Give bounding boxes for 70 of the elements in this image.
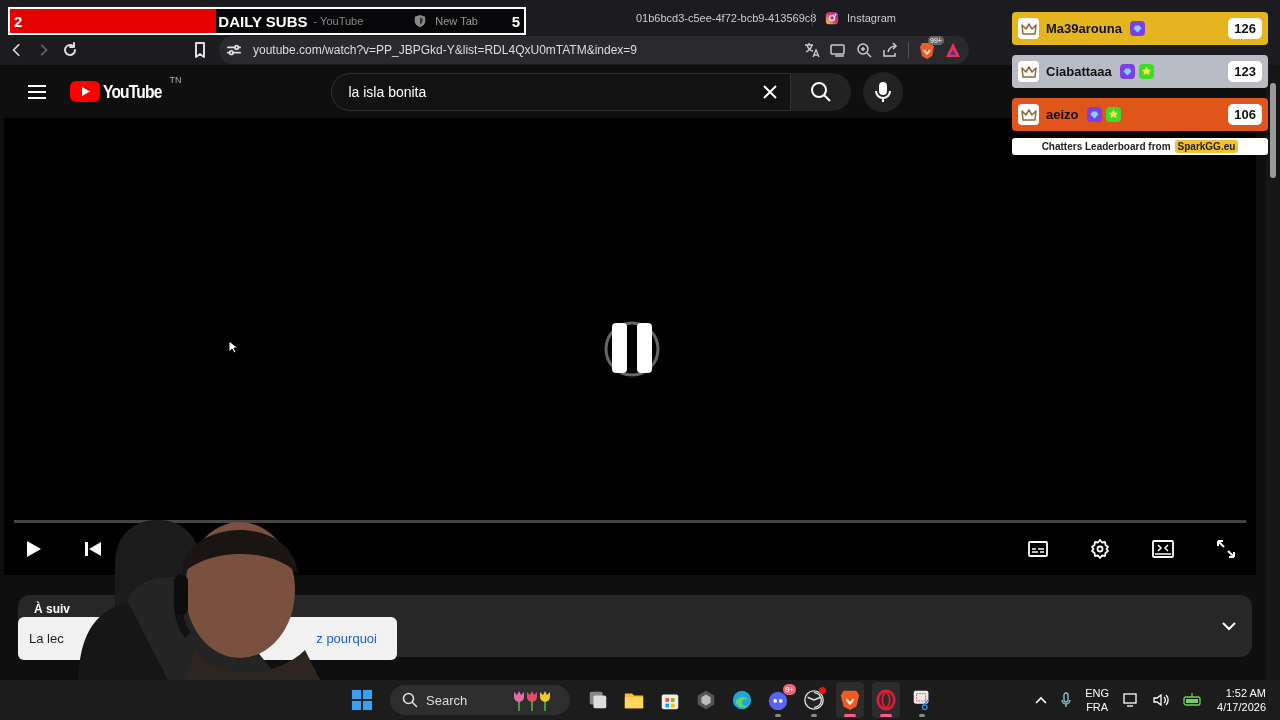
chatter-name: aeizo	[1046, 107, 1079, 122]
subtitles-icon[interactable]	[1028, 541, 1048, 557]
star-badge-icon	[1105, 107, 1121, 122]
gem-badge-icon	[1129, 21, 1145, 36]
windows-icon	[351, 689, 373, 711]
crown-icon	[1018, 61, 1039, 82]
search-icon	[402, 692, 418, 708]
swirl-icon	[731, 689, 753, 711]
crown-icon	[1018, 104, 1039, 125]
play-icon[interactable]	[26, 540, 42, 558]
chatter-name: Ma39arouna	[1046, 21, 1122, 36]
url-text: youtube.com/watch?v=PP_JBPGkd-Y&list=RDL4QxU0mTATM&index=9	[253, 43, 638, 57]
notification-badge: 9+	[782, 684, 796, 695]
site-logo-text[interactable]: YouTube	[103, 80, 162, 103]
bookmark-icon[interactable]	[193, 42, 207, 58]
clock[interactable]: 1:52 AM 4/17/2026	[1217, 686, 1266, 714]
triangle-icon[interactable]	[945, 42, 961, 58]
chatter-score: 123	[1228, 61, 1262, 82]
battery-icon[interactable]	[1183, 693, 1204, 707]
site-settings-icon[interactable]	[227, 43, 241, 57]
translate-icon[interactable]	[804, 42, 820, 58]
cursor-icon	[228, 340, 238, 354]
share-icon[interactable]	[882, 42, 898, 58]
star-badge-icon	[1138, 64, 1154, 79]
chevron-up-icon[interactable]	[1035, 696, 1048, 704]
gem-badge-icon	[1119, 64, 1135, 79]
browser-tab[interactable]: - YouTube	[313, 15, 364, 27]
gem-badge-icon	[1086, 107, 1102, 122]
search-icon	[810, 80, 833, 103]
browser-tab[interactable]: New Tab	[413, 14, 478, 28]
cast-icon[interactable]	[830, 42, 846, 58]
camera-icon	[825, 10, 839, 25]
subs-count: 2	[14, 12, 23, 30]
microphone-icon[interactable]	[1061, 692, 1072, 708]
microphone-icon	[875, 80, 892, 103]
search-query-box[interactable]: la isla bonita	[331, 72, 792, 111]
taskbar-search-field[interactable]: Search	[390, 685, 570, 715]
notice-text: La lec	[29, 631, 64, 646]
previous-icon[interactable]	[84, 541, 102, 557]
chatter-score: 106	[1228, 104, 1262, 125]
scrollbar[interactable]	[1266, 65, 1280, 680]
crown-icon	[1018, 18, 1039, 39]
subs-title: DAILY SUBS	[218, 12, 308, 30]
clear-icon[interactable]	[762, 83, 779, 100]
network-icon[interactable]	[1123, 692, 1140, 708]
volume-icon[interactable]	[1153, 692, 1170, 708]
search-button[interactable]	[791, 72, 852, 111]
up-next-label: À suiv	[34, 602, 70, 616]
zoom-icon[interactable]	[856, 42, 872, 58]
miniplayer-icon[interactable]	[1152, 540, 1174, 558]
brand-label: SparkGG.eu	[1174, 140, 1239, 153]
region-code: TN	[169, 74, 182, 85]
language-indicator[interactable]: ENG FRA	[1085, 686, 1110, 714]
shield-icon	[413, 14, 428, 28]
fullscreen-icon[interactable]	[1216, 539, 1236, 559]
cube-icon	[695, 689, 717, 711]
play-logo-icon[interactable]	[70, 81, 100, 102]
scroll-thumb[interactable]	[1270, 83, 1276, 178]
windows-stack-icon	[587, 689, 609, 711]
learn-more-link[interactable]: z pourquoi	[316, 631, 377, 646]
ring-icon	[875, 689, 897, 711]
taskbar-app[interactable]	[836, 682, 864, 718]
subs-goal: 5	[511, 12, 520, 30]
footer-text: Chatters Leaderboard from	[1041, 141, 1171, 152]
chatter-name: Ciabattaaa	[1046, 64, 1112, 79]
reload-icon[interactable]	[62, 42, 78, 58]
menu-icon[interactable]	[28, 84, 46, 99]
settings-icon[interactable]	[1090, 539, 1110, 559]
chevron-down-icon[interactable]	[1222, 621, 1236, 631]
chatter-score: 126	[1228, 18, 1262, 39]
